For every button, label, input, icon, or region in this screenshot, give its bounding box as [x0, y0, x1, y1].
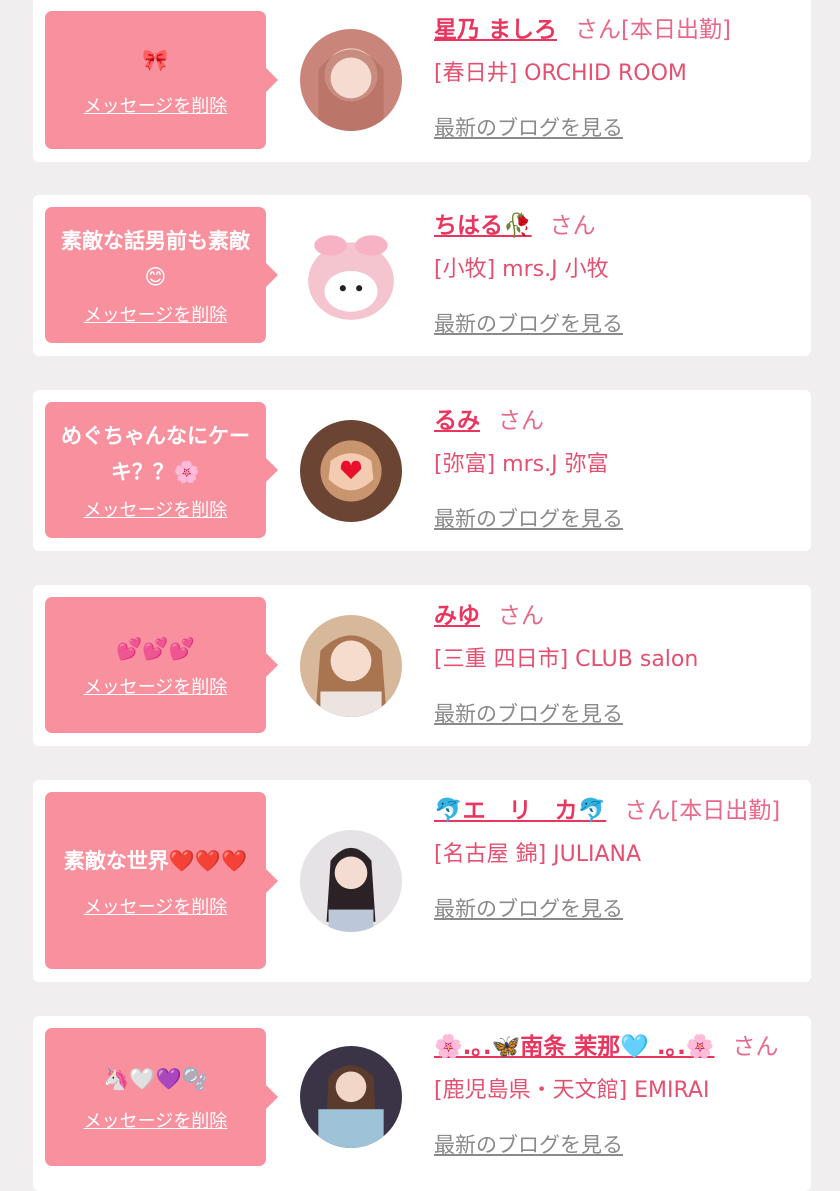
latest-blog-link[interactable]: 最新のブログを見る — [434, 308, 623, 338]
latest-blog-link[interactable]: 最新のブログを見る — [434, 503, 623, 533]
avatar-photo — [300, 615, 402, 717]
message-text: めぐちゃんなにケーキ？？🌸 — [61, 424, 250, 484]
list-item: 🎀 メッセージを削除 星乃 ましろ さん[本日出勤] [春日井] ORCHID R… — [33, 0, 811, 162]
avatar[interactable] — [300, 615, 402, 717]
cast-name-link[interactable]: 🌸.｡.🦋南条 茉那🩵 .｡.🌸 — [434, 1034, 715, 1060]
avatar-photo — [300, 830, 402, 932]
message-list: 🎀 メッセージを削除 星乃 ましろ さん[本日出勤] [春日井] ORCHID R… — [0, 0, 840, 1191]
cast-info: 星乃 ましろ さん[本日出勤] [春日井] ORCHID ROOM 最新のブログを… — [434, 8, 804, 142]
message-bubble: 🦄🤍💜🫧 メッセージを削除 — [45, 1028, 278, 1166]
shop-name: [弥富] mrs.J 弥富 — [434, 452, 609, 477]
cast-info: るみ さん [弥富] mrs.J 弥富 最新のブログを見る — [434, 399, 804, 533]
avatar[interactable] — [300, 1046, 402, 1148]
cast-name-line: 🐬エ リ カ🐬 さん[本日出勤] — [434, 789, 804, 833]
latest-blog-link[interactable]: 最新のブログを見る — [434, 112, 623, 142]
list-item: めぐちゃんなにケーキ？？🌸 メッセージを削除 るみ さん [弥富] mrs.J 弥… — [33, 390, 811, 551]
latest-blog-link[interactable]: 最新のブログを見る — [434, 1129, 623, 1159]
cast-name-line: るみ さん — [434, 399, 804, 443]
avatar[interactable] — [300, 225, 402, 327]
latest-blog-link[interactable]: 最新のブログを見る — [434, 698, 623, 728]
shop-name: [春日井] ORCHID ROOM — [434, 61, 687, 86]
cast-info: ちはる🥀 さん [小牧] mrs.J 小牧 最新のブログを見る — [434, 204, 804, 338]
cast-info: みゆ さん [三重 四日市] CLUB salon 最新のブログを見る — [434, 594, 804, 728]
avatar-photo — [300, 1046, 402, 1148]
cast-name-link[interactable]: みゆ — [434, 603, 480, 629]
cast-info: 🐬エ リ カ🐬 さん[本日出勤] [名古屋 錦] JULIANA 最新のブログを見… — [434, 789, 804, 923]
cast-name-line: ちはる🥀 さん — [434, 204, 804, 248]
delete-message-link[interactable]: メッセージを削除 — [84, 673, 228, 699]
latest-blog-link[interactable]: 最新のブログを見る — [434, 893, 623, 923]
delete-message-link[interactable]: メッセージを削除 — [84, 1107, 228, 1133]
message-text: 素敵な世界❤️❤️❤️ — [63, 848, 248, 873]
attendance-status: [本日出勤] — [621, 17, 731, 43]
list-item: 🦄🤍💜🫧 メッセージを削除 🌸.｡.🦋南条 茉那🩵 .｡.🌸 さん [鹿児島県・天… — [33, 1016, 811, 1191]
avatar[interactable] — [300, 420, 402, 522]
cast-info: 🌸.｡.🦋南条 茉那🩵 .｡.🌸 さん [鹿児島県・天文館] EMIRAI 最新の… — [434, 1025, 804, 1159]
message-bubble: 素敵な世界❤️❤️❤️ メッセージを削除 — [45, 792, 278, 969]
cast-name-link[interactable]: るみ — [434, 408, 480, 434]
message-bubble: 🎀 メッセージを削除 — [45, 11, 278, 149]
shop-name: [鹿児島県・天文館] EMIRAI — [434, 1078, 710, 1103]
cast-name-line: みゆ さん — [434, 594, 804, 638]
message-text: 素敵な話男前も素敵😊 — [61, 229, 250, 289]
message-bubble: 💕💕💕 メッセージを削除 — [45, 597, 278, 733]
honorific: さん — [498, 603, 544, 629]
cast-name-line: 🌸.｡.🦋南条 茉那🩵 .｡.🌸 さん — [434, 1025, 804, 1069]
delete-message-link[interactable]: メッセージを削除 — [84, 893, 228, 919]
cast-name-line: 星乃 ましろ さん[本日出勤] — [434, 8, 804, 52]
delete-message-link[interactable]: メッセージを削除 — [84, 496, 228, 522]
honorific: さん — [624, 798, 671, 824]
honorific: さん — [732, 1034, 779, 1060]
message-text: 💕💕💕 — [116, 637, 195, 661]
message-bubble: 素敵な話男前も素敵😊 メッセージを削除 — [45, 207, 278, 343]
list-item: 💕💕💕 メッセージを削除 みゆ さん [三重 四日市] CLUB salon 最新… — [33, 585, 811, 746]
cast-name-link[interactable]: 星乃 ましろ — [434, 17, 557, 43]
list-item: 素敵な話男前も素敵😊 メッセージを削除 ちはる🥀 さん [小牧] mrs.J 小牧… — [33, 195, 811, 356]
delete-message-link[interactable]: メッセージを削除 — [84, 92, 228, 118]
message-text: 🦄🤍💜🫧 — [103, 1067, 208, 1091]
honorific: さん — [498, 408, 544, 434]
message-text: 🎀 — [142, 48, 169, 72]
avatar-photo — [300, 420, 402, 522]
honorific: さん — [575, 17, 622, 43]
cast-name-link[interactable]: 🐬エ リ カ🐬 — [434, 798, 606, 824]
shop-name: [小牧] mrs.J 小牧 — [434, 257, 609, 282]
cast-name-link[interactable]: ちはる🥀 — [434, 213, 532, 239]
attendance-status: [本日出勤] — [670, 798, 781, 824]
message-bubble: めぐちゃんなにケーキ？？🌸 メッセージを削除 — [45, 402, 278, 538]
avatar-photo — [300, 225, 402, 327]
shop-name: [名古屋 錦] JULIANA — [434, 842, 642, 867]
avatar-photo — [300, 29, 402, 131]
delete-message-link[interactable]: メッセージを削除 — [84, 301, 228, 327]
avatar[interactable] — [300, 830, 402, 932]
honorific: さん — [549, 213, 596, 239]
avatar[interactable] — [300, 29, 402, 131]
list-item: 素敵な世界❤️❤️❤️ メッセージを削除 🐬エ リ カ🐬 さん[本日出勤] [名古… — [33, 780, 811, 982]
shop-name: [三重 四日市] CLUB salon — [434, 647, 699, 672]
